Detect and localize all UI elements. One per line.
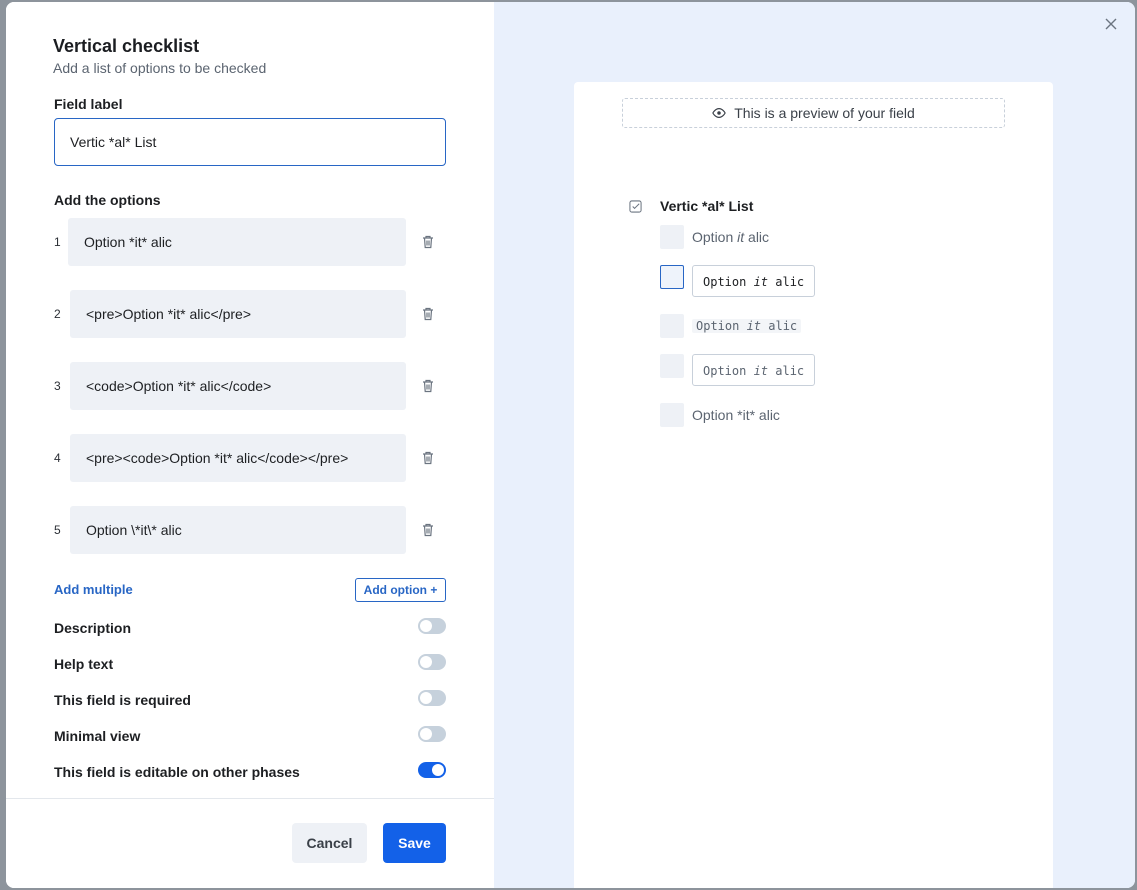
preview-checkbox[interactable]	[660, 354, 684, 378]
preview-option-text: Option it alic	[692, 229, 769, 245]
preview-option: Option it alic	[660, 314, 802, 338]
trash-icon[interactable]	[420, 378, 436, 394]
preview-option-text: Option *it* alic	[692, 407, 780, 423]
toggle-knob	[420, 656, 432, 668]
footer-divider	[6, 798, 494, 799]
italic-part: it	[753, 364, 769, 378]
toggle-label: Description	[54, 620, 132, 636]
required-toggle[interactable]	[418, 690, 446, 706]
preview-option: Option it alic	[660, 354, 816, 386]
toggle-knob	[420, 620, 432, 632]
add-option-button[interactable]: Add option +	[355, 578, 446, 602]
text-part: Option	[703, 364, 754, 378]
preview-option: Option *it* alic	[660, 403, 780, 427]
save-button[interactable]: Save	[383, 823, 446, 863]
field-label-input[interactable]	[54, 118, 446, 166]
text-part: Option	[696, 319, 747, 333]
toggle-row-minimal-view: Minimal view	[54, 726, 446, 746]
preview-panel: This is a preview of your field Vertic *…	[494, 2, 1135, 888]
option-input[interactable]: Option *it* alic	[68, 218, 406, 266]
preview-field-label: Vertic *al* List	[660, 198, 754, 214]
preview-option: Option it alic	[660, 225, 769, 249]
cancel-button[interactable]: Cancel	[292, 823, 367, 863]
toggle-row-help-text: Help text	[54, 654, 446, 674]
preview-option-inline-code: Option it alic	[692, 319, 802, 333]
toggle-label: This field is required	[54, 692, 191, 708]
minimal-view-toggle[interactable]	[418, 726, 446, 742]
text-part: Option	[703, 275, 754, 289]
toggle-label: Minimal view	[54, 728, 141, 744]
eye-icon	[712, 108, 727, 118]
text-part: alic	[768, 364, 805, 378]
option-input[interactable]: Option \*it\* alic	[70, 506, 406, 554]
toggle-label: This field is editable on other phases	[54, 764, 300, 780]
option-row: 4 <pre><code>Option *it* alic</code></pr…	[54, 434, 446, 482]
option-row: 3 <code>Option *it* alic</code>	[54, 362, 446, 410]
text-part: alic	[761, 319, 798, 333]
preview-option: Option it alic	[660, 265, 816, 297]
preview-option-code-block: Option it alic	[692, 265, 816, 297]
help-text-toggle[interactable]	[418, 654, 446, 670]
toggle-label: Help text	[54, 656, 114, 672]
add-multiple-link[interactable]: Add multiple	[54, 582, 133, 597]
option-row: 5 Option \*it\* alic	[54, 506, 446, 554]
italic-part: it	[753, 275, 769, 289]
checklist-icon	[629, 200, 642, 213]
trash-icon[interactable]	[420, 234, 436, 250]
option-row: 1 Option *it* alic	[54, 218, 446, 266]
option-number: 3	[54, 379, 61, 393]
option-number: 5	[54, 523, 61, 537]
field-label-caption: Field label	[54, 96, 123, 112]
modal-subtitle: Add a list of options to be checked	[53, 60, 267, 76]
vertical-checklist-modal: Vertical checklist Add a list of options…	[6, 2, 1135, 888]
toggle-row-description: Description	[54, 618, 446, 638]
trash-icon[interactable]	[420, 522, 436, 538]
trash-icon[interactable]	[420, 306, 436, 322]
editable-other-phases-toggle[interactable]	[418, 762, 446, 778]
modal-title: Vertical checklist	[53, 36, 200, 56]
toggle-row-editable: This field is editable on other phases	[54, 762, 446, 782]
toggle-row-required: This field is required	[54, 690, 446, 710]
options-caption: Add the options	[54, 192, 161, 208]
option-number: 2	[54, 307, 61, 321]
option-number: 1	[54, 235, 61, 249]
option-input[interactable]: <pre>Option *it* alic</pre>	[70, 290, 406, 338]
close-icon[interactable]	[1103, 16, 1119, 32]
toggle-knob	[432, 764, 444, 776]
preview-banner: This is a preview of your field	[622, 98, 1005, 128]
toggle-knob	[420, 728, 432, 740]
option-input[interactable]: <pre><code>Option *it* alic</code></pre>	[70, 434, 406, 482]
text-part: alic	[768, 275, 805, 289]
preview-banner-text: This is a preview of your field	[734, 105, 915, 121]
option-row: 2 <pre>Option *it* alic</pre>	[54, 290, 446, 338]
toggle-knob	[420, 692, 432, 704]
text-part: alic	[744, 229, 770, 245]
preview-checkbox[interactable]	[660, 265, 684, 289]
description-toggle[interactable]	[418, 618, 446, 634]
option-input[interactable]: <code>Option *it* alic</code>	[70, 362, 406, 410]
preview-checkbox[interactable]	[660, 225, 684, 249]
preview-checkbox[interactable]	[660, 403, 684, 427]
trash-icon[interactable]	[420, 450, 436, 466]
text-part: Option	[692, 229, 738, 245]
preview-option-code-block: Option it alic	[692, 354, 816, 386]
italic-part: it	[746, 319, 762, 333]
field-settings-panel: Vertical checklist Add a list of options…	[6, 2, 494, 888]
option-number: 4	[54, 451, 61, 465]
preview-checkbox[interactable]	[660, 314, 684, 338]
preview-card: This is a preview of your field Vertic *…	[574, 82, 1053, 888]
